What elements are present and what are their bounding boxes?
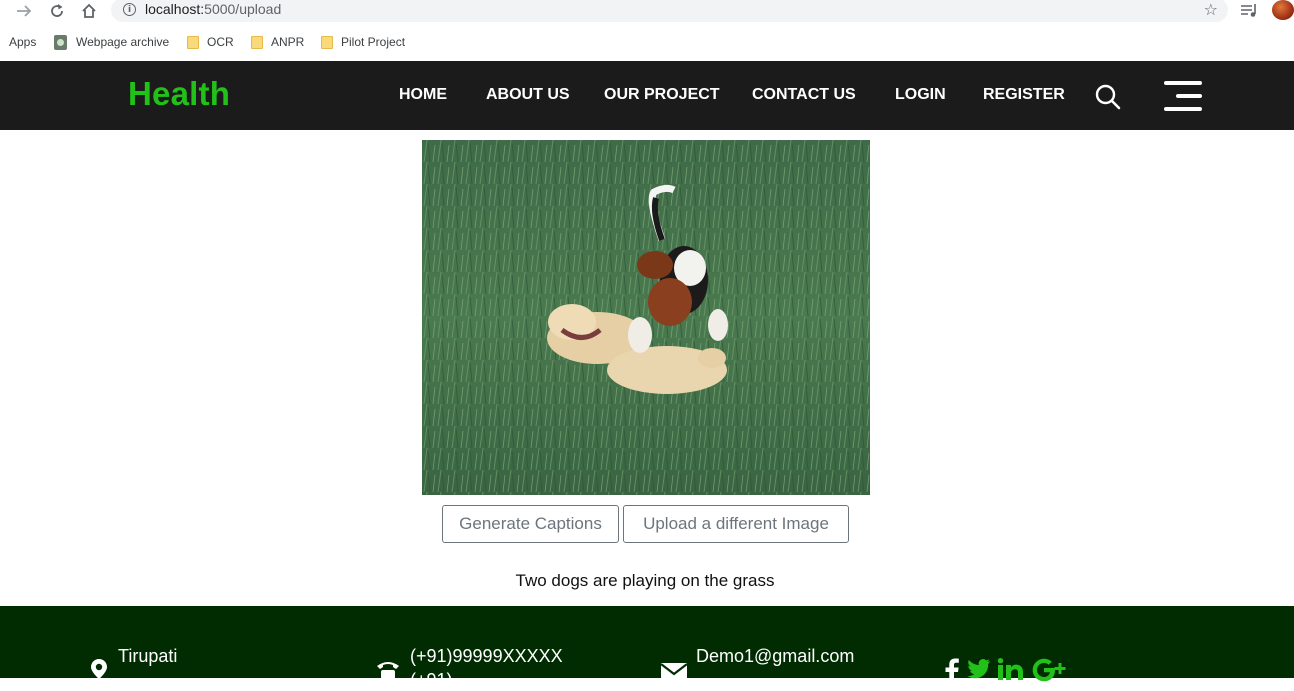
bookmark-label: Webpage archive — [76, 35, 170, 49]
url-text[interactable]: localhost:5000/upload — [145, 1, 281, 17]
linkedin-icon[interactable] — [997, 658, 1024, 687]
info-icon[interactable]: i — [123, 3, 136, 16]
reload-button[interactable] — [45, 0, 69, 22]
google-plus-icon[interactable] — [1032, 658, 1068, 689]
folder-icon — [321, 35, 333, 49]
bookmark-label: Pilot Project — [341, 35, 406, 49]
generated-caption: Two dogs are playing on the grass — [515, 571, 775, 590]
generate-captions-button[interactable]: Generate Captions — [442, 505, 619, 543]
bookmark-pilot-project[interactable]: Pilot Project — [321, 34, 405, 50]
bookmark-star-icon[interactable]: ☆ — [1204, 0, 1218, 19]
nav-home[interactable]: HOME — [399, 86, 447, 104]
location-pin-icon — [91, 659, 107, 679]
upload-different-image-button[interactable]: Upload a different Image — [623, 505, 849, 543]
site-footer: Tirupati (+91)99999XXXXX (+91) Demo1@gma… — [0, 606, 1294, 690]
url-path: 5000/upload — [204, 1, 282, 17]
folder-icon — [187, 35, 199, 49]
bookmark-webpage-archive[interactable]: Webpage archive — [54, 34, 169, 50]
search-icon[interactable] — [1094, 83, 1122, 111]
archive-icon — [54, 34, 67, 50]
envelope-icon — [660, 663, 688, 681]
bookmark-label: Apps — [9, 35, 37, 49]
site-navbar: Health HOME ABOUT US OUR PROJECT CONTACT… — [0, 61, 1294, 130]
forward-button[interactable] — [12, 0, 36, 22]
url-host: localhost: — [145, 1, 205, 17]
nav-register[interactable]: REGISTER — [983, 86, 1065, 104]
nav-contact-us[interactable]: CONTACT US — [752, 86, 856, 104]
nav-about-us[interactable]: ABOUT US — [486, 86, 570, 104]
folder-icon — [251, 35, 263, 49]
reload-icon — [51, 4, 63, 17]
footer-location: Tirupati — [118, 646, 178, 666]
browser-toolbar: i localhost:5000/upload ☆ — [0, 0, 1294, 22]
twitter-icon[interactable] — [967, 658, 991, 687]
footer-email: Demo1@gmail.com — [696, 646, 855, 666]
facebook-icon[interactable] — [945, 658, 959, 691]
profile-avatar[interactable] — [1272, 0, 1294, 20]
bookmark-anpr[interactable]: ANPR — [251, 34, 304, 50]
home-icon — [82, 3, 96, 18]
bookmark-label: ANPR — [271, 35, 305, 49]
bookmark-label: OCR — [207, 35, 234, 49]
bookmarks-bar: Apps Webpage archive OCR ANPR Pilot Proj… — [0, 30, 1294, 54]
hamburger-menu-icon[interactable] — [1162, 81, 1202, 111]
arrow-right-icon — [17, 5, 32, 17]
address-bar[interactable]: i localhost:5000/upload ☆ — [111, 0, 1228, 22]
uploaded-dog-photo — [422, 140, 870, 495]
nav-our-project[interactable]: OUR PROJECT — [604, 86, 720, 104]
bookmark-ocr[interactable]: OCR — [187, 34, 234, 50]
footer-phone-secondary: (+91) — [410, 670, 453, 690]
brand-logo[interactable]: Health — [128, 75, 230, 113]
home-button[interactable] — [77, 0, 101, 22]
nav-login[interactable]: LOGIN — [895, 86, 946, 104]
media-control-icon[interactable] — [1240, 2, 1260, 20]
telephone-icon — [377, 662, 399, 680]
bookmark-apps[interactable]: Apps — [9, 34, 36, 50]
footer-phone: (+91)99999XXXXX — [410, 646, 563, 666]
